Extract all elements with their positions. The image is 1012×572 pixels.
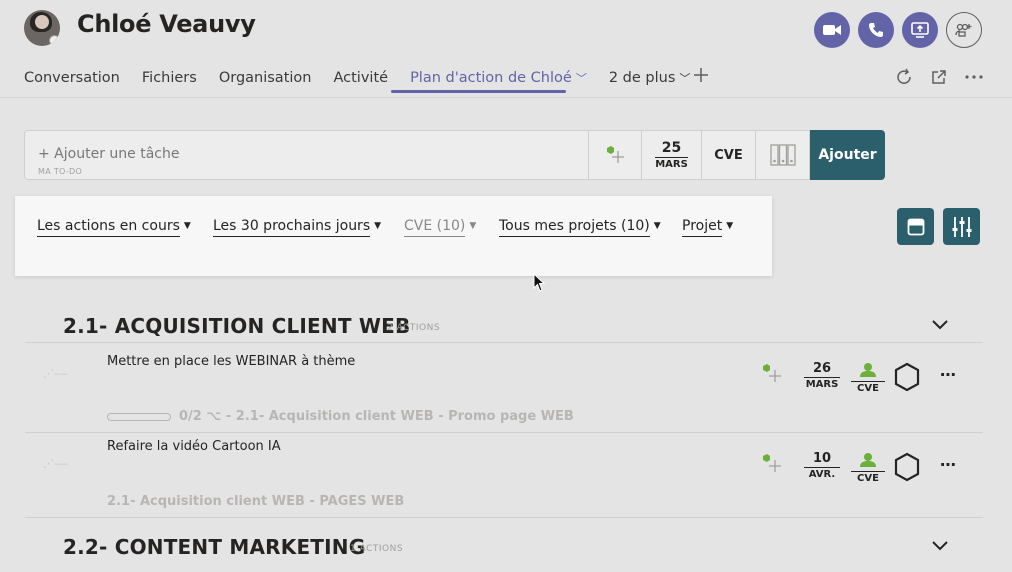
tab-conversation[interactable]: Conversation — [24, 70, 120, 86]
caret-down-icon: ▼ — [469, 221, 477, 231]
plus-icon — [694, 68, 708, 82]
add-task-button[interactable]: Ajouter — [810, 130, 885, 180]
popout-icon — [932, 70, 946, 84]
caret-down-icon: ▼ — [374, 221, 382, 231]
assignee-label: CVE — [714, 147, 743, 163]
screen-share-icon — [911, 22, 929, 38]
kanban-column-button[interactable] — [756, 130, 810, 180]
caret-down-icon: ▼ — [726, 221, 734, 231]
more-icon[interactable]: ⋯ — [940, 455, 957, 474]
more-icon[interactable]: ⋯ — [940, 365, 957, 384]
chevron-down-icon[interactable] — [930, 535, 950, 555]
tab-plan-action[interactable]: Plan d'action de Chloé ﹀ — [410, 70, 587, 86]
filter-assignee-label: CVE (10) — [404, 218, 466, 237]
filter-project-label: Projet — [682, 218, 723, 237]
filter-project[interactable]: Projet ▼ — [682, 218, 734, 237]
tab-plan-action-label: Plan d'action de Chloé — [410, 70, 572, 86]
tag-icon — [607, 146, 624, 163]
section-divider — [25, 342, 983, 343]
mouse-cursor-icon — [533, 273, 546, 292]
person-icon — [860, 453, 876, 467]
phone-icon — [869, 23, 883, 37]
tab-more-label: 2 de plus — [608, 70, 676, 86]
task-due-day: 26 — [804, 362, 840, 378]
header-divider — [0, 97, 1012, 98]
due-date-button[interactable]: 25 MARS — [642, 130, 702, 180]
tab-activite[interactable]: Activité — [333, 70, 388, 86]
filter-period-label: Les 30 prochains jours — [213, 218, 371, 237]
chevron-down-icon: ﹀ — [575, 72, 587, 85]
tab-more[interactable]: 2 de plus ﹀ — [609, 70, 691, 86]
task-due-date[interactable]: 26 MARS — [804, 362, 840, 390]
add-tab-button[interactable] — [692, 66, 710, 86]
tag-icon[interactable] — [760, 453, 784, 475]
tab-organisation[interactable]: Organisation — [219, 70, 312, 86]
add-people-button[interactable] — [946, 12, 982, 48]
task-meta-text: 0/2 ⌥ - 2.1- Acquisition client WEB - Pr… — [179, 409, 574, 424]
section-count: 2 ACTIONS — [387, 323, 441, 333]
add-task-placeholder: + Ajouter une tâche — [38, 146, 180, 162]
refresh-button[interactable] — [893, 66, 915, 88]
avatar[interactable] — [24, 10, 60, 46]
status-icon — [49, 35, 60, 46]
card-view-button[interactable] — [897, 208, 934, 245]
video-call-button[interactable] — [814, 12, 850, 48]
tab-fichiers[interactable]: Fichiers — [142, 70, 197, 86]
filter-projects[interactable]: Tous mes projets (10) ▼ — [499, 218, 661, 237]
popout-button[interactable] — [928, 66, 950, 88]
section-count: 1 ACTIONS — [350, 544, 404, 554]
task-meta: 0/2 ⌥ - 2.1- Acquisition client WEB - Pr… — [107, 409, 574, 424]
task-assignee[interactable]: CVE — [851, 452, 885, 484]
settings-button[interactable] — [943, 208, 980, 245]
filter-status-label: Les actions en cours — [37, 218, 180, 237]
assignee-button[interactable]: CVE — [702, 130, 756, 180]
chevron-down-icon: ﹀ — [679, 72, 691, 85]
task-due-month: MARS — [805, 379, 839, 390]
task-meta-text: 2.1- Acquisition client WEB - PAGES WEB — [107, 494, 405, 509]
settings-sliders-icon — [952, 216, 971, 237]
filter-projects-label: Tous mes projets (10) — [499, 218, 650, 237]
task-assignee[interactable]: CVE — [851, 362, 885, 394]
task-due-day: 10 — [804, 452, 840, 468]
filter-assignee[interactable]: CVE (10) ▼ — [404, 218, 477, 237]
task-assignee-label: CVE — [851, 381, 885, 394]
task-due-month: AVR. — [808, 469, 836, 480]
audio-call-button[interactable] — [858, 12, 894, 48]
add-people-icon — [955, 23, 972, 37]
due-date-month: MARS — [655, 158, 688, 170]
filter-period[interactable]: Les 30 prochains jours ▼ — [213, 218, 382, 237]
task-due-date[interactable]: 10 AVR. — [804, 452, 840, 480]
page-title: Chloé Veauvy — [77, 10, 256, 38]
active-tab-indicator — [391, 90, 566, 93]
hexagon-icon[interactable] — [893, 362, 921, 392]
drag-handle-icon[interactable]: ⋰‒‒ — [43, 457, 68, 470]
card-view-icon — [907, 218, 924, 235]
tag-icon[interactable] — [760, 363, 784, 385]
task-divider — [25, 517, 983, 518]
screen-share-button[interactable] — [902, 12, 938, 48]
project-tag-button[interactable] — [589, 130, 642, 180]
video-icon — [823, 25, 841, 35]
task-assignee-label: CVE — [851, 471, 885, 484]
hexagon-icon[interactable] — [893, 452, 921, 482]
kanban-icon — [769, 144, 796, 166]
caret-down-icon: ▼ — [653, 221, 661, 231]
more-options-button[interactable] — [963, 66, 985, 88]
task-title[interactable]: Refaire la vidéo Cartoon IA — [107, 439, 281, 454]
more-icon — [965, 75, 983, 79]
refresh-icon — [897, 68, 911, 84]
due-date-day: 25 — [655, 141, 688, 158]
drag-handle-icon[interactable]: ⋰‒‒ — [43, 367, 68, 380]
task-title[interactable]: Mettre en place les WEBINAR à thème — [107, 354, 355, 369]
person-icon — [860, 363, 876, 377]
chevron-down-icon[interactable] — [930, 314, 950, 334]
add-task-list-label: MA TO-DO — [38, 167, 83, 176]
section-title: 2.1- ACQUISITION CLIENT WEB — [63, 314, 411, 338]
filter-status[interactable]: Les actions en cours ▼ — [37, 218, 191, 237]
subtask-progress-bar — [107, 412, 171, 421]
caret-down-icon: ▼ — [183, 221, 191, 231]
due-date: 25 MARS — [655, 141, 688, 170]
task-divider — [25, 432, 983, 433]
section-title: 2.2- CONTENT MARKETING — [63, 535, 366, 559]
